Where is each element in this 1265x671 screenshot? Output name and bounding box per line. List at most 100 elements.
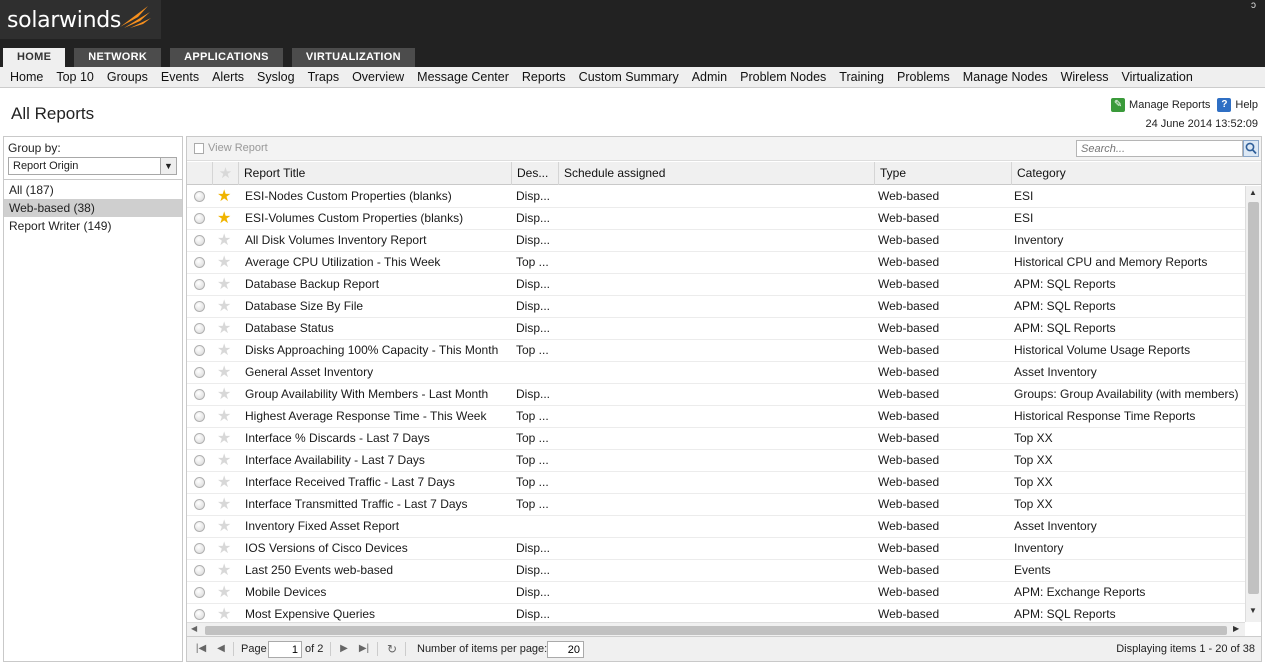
next-page-icon[interactable]: ▶ <box>338 643 350 655</box>
table-row[interactable]: ★ Mobile Devices Disp... Web-based APM: Exch… <box>187 582 1245 604</box>
favorite-star-icon[interactable]: ★ <box>217 407 231 426</box>
favorite-star-icon[interactable]: ★ <box>217 341 231 360</box>
table-row[interactable]: ★ Database Status Disp... Web-based APM: SQL… <box>187 318 1245 340</box>
menu-item-overview[interactable]: Overview <box>352 67 404 87</box>
favorite-star-icon[interactable]: ★ <box>217 275 231 294</box>
menu-item-message-center[interactable]: Message Center <box>417 67 509 87</box>
module-tab-applications[interactable]: APPLICATIONS <box>170 48 283 67</box>
menu-item-virtualization[interactable]: Virtualization <box>1122 67 1193 87</box>
scroll-up-icon[interactable]: ▲ <box>1249 188 1257 197</box>
search-input[interactable] <box>1076 140 1243 157</box>
row-select-radio[interactable] <box>194 389 205 400</box>
scroll-left-icon[interactable]: ◀ <box>191 624 197 633</box>
table-row[interactable]: ★ Interface % Discards - Last 7 Days Top .… <box>187 428 1245 450</box>
favorite-column-header[interactable]: ★ <box>213 162 239 185</box>
row-select-radio[interactable] <box>194 521 205 532</box>
row-select-radio[interactable] <box>194 279 205 290</box>
menu-item-alerts[interactable]: Alerts <box>212 67 244 87</box>
column-header-description[interactable]: Des... <box>512 162 559 185</box>
horizontal-scrollbar[interactable]: ◀ ▶ <box>187 622 1245 636</box>
favorite-star-icon[interactable]: ★ <box>217 209 231 228</box>
favorite-star-icon[interactable]: ★ <box>217 385 231 404</box>
group-item-all[interactable]: All (187) <box>4 181 182 199</box>
row-select-radio[interactable] <box>194 323 205 334</box>
table-row[interactable]: ★ Group Availability With Members - Last … <box>187 384 1245 406</box>
table-row[interactable]: ★ All Disk Volumes Inventory Report Disp..… <box>187 230 1245 252</box>
table-row[interactable]: ★ Database Size By File Disp... Web-based AP… <box>187 296 1245 318</box>
menu-item-syslog[interactable]: Syslog <box>257 67 295 87</box>
last-page-icon[interactable]: ▶| <box>358 643 370 655</box>
row-select-radio[interactable] <box>194 411 205 422</box>
favorite-star-icon[interactable]: ★ <box>217 363 231 382</box>
favorite-star-icon[interactable]: ★ <box>217 583 231 602</box>
first-page-icon[interactable]: |◀ <box>195 643 207 655</box>
solarwinds-logo[interactable]: solarwinds <box>0 0 161 39</box>
table-row[interactable]: ★ Most Expensive Queries Disp... Web-based A… <box>187 604 1245 622</box>
table-row[interactable]: ★ Interface Availability - Last 7 Days Top… <box>187 450 1245 472</box>
scroll-thumb[interactable] <box>205 626 1227 635</box>
favorite-star-icon[interactable]: ★ <box>217 473 231 492</box>
table-row[interactable]: ★ General Asset Inventory Web-based Asset I… <box>187 362 1245 384</box>
table-row[interactable]: ★ Interface Received Traffic - Last 7 Day… <box>187 472 1245 494</box>
favorite-star-icon[interactable]: ★ <box>217 231 231 250</box>
column-header-report-title[interactable]: Report Title <box>239 162 512 185</box>
menu-item-manage-nodes[interactable]: Manage Nodes <box>963 67 1048 87</box>
table-row[interactable]: ★ Interface Transmitted Traffic - Last 7 … <box>187 494 1245 516</box>
menu-item-events[interactable]: Events <box>161 67 199 87</box>
favorite-star-icon[interactable]: ★ <box>217 187 231 206</box>
per-page-input[interactable] <box>547 641 584 658</box>
menu-item-reports[interactable]: Reports <box>522 67 566 87</box>
favorite-star-icon[interactable]: ★ <box>217 451 231 470</box>
favorite-star-icon[interactable]: ★ <box>217 605 231 622</box>
row-select-radio[interactable] <box>194 565 205 576</box>
scroll-thumb[interactable] <box>1248 202 1259 594</box>
scroll-down-icon[interactable]: ▼ <box>1249 606 1257 615</box>
table-row[interactable]: ★ Highest Average Response Time - This We… <box>187 406 1245 428</box>
view-report-button[interactable]: View Report <box>194 142 268 154</box>
menu-item-problems[interactable]: Problems <box>897 67 950 87</box>
table-row[interactable]: ★ Disks Approaching 100% Capacity - This … <box>187 340 1245 362</box>
table-row[interactable]: ★ ESI-Nodes Custom Properties (blanks) Dis… <box>187 186 1245 208</box>
table-row[interactable]: ★ Database Backup Report Disp... Web-based A… <box>187 274 1245 296</box>
page-input[interactable] <box>268 641 302 658</box>
menu-item-custom-summary[interactable]: Custom Summary <box>579 67 679 87</box>
help-link[interactable]: ? Help <box>1217 98 1258 112</box>
table-row[interactable]: ★ IOS Versions of Cisco Devices Disp... Web… <box>187 538 1245 560</box>
favorite-star-icon[interactable]: ★ <box>217 429 231 448</box>
row-select-radio[interactable] <box>194 213 205 224</box>
favorite-star-icon[interactable]: ★ <box>217 297 231 316</box>
row-select-radio[interactable] <box>194 257 205 268</box>
column-header-type[interactable]: Type <box>875 162 1012 185</box>
row-select-radio[interactable] <box>194 345 205 356</box>
menu-item-groups[interactable]: Groups <box>107 67 148 87</box>
table-row[interactable]: ★ ESI-Volumes Custom Properties (blanks) D… <box>187 208 1245 230</box>
column-header-schedule[interactable]: Schedule assigned <box>559 162 875 185</box>
vertical-scrollbar[interactable]: ▲ ▼ <box>1245 186 1261 622</box>
group-by-select[interactable]: Report Origin ▼ <box>8 157 177 175</box>
row-select-radio[interactable] <box>194 477 205 488</box>
favorite-star-icon[interactable]: ★ <box>217 517 231 536</box>
group-item-web-based[interactable]: Web-based (38) <box>4 199 182 217</box>
row-select-radio[interactable] <box>194 301 205 312</box>
previous-page-icon[interactable]: ◀ <box>215 643 227 655</box>
table-row[interactable]: ★ Inventory Fixed Asset Report Web-based As… <box>187 516 1245 538</box>
row-select-radio[interactable] <box>194 455 205 466</box>
refresh-icon[interactable]: ↻ <box>386 643 398 655</box>
menu-item-training[interactable]: Training <box>839 67 884 87</box>
chevron-down-icon[interactable]: ▼ <box>160 158 176 174</box>
module-tab-virtualization[interactable]: VIRTUALIZATION <box>291 48 415 67</box>
module-tab-network[interactable]: NETWORK <box>74 48 162 67</box>
row-select-radio[interactable] <box>194 543 205 554</box>
search-button[interactable] <box>1243 140 1259 157</box>
row-select-radio[interactable] <box>194 499 205 510</box>
row-select-radio[interactable] <box>194 191 205 202</box>
row-select-radio[interactable] <box>194 587 205 598</box>
menu-item-problem-nodes[interactable]: Problem Nodes <box>740 67 826 87</box>
row-select-radio[interactable] <box>194 235 205 246</box>
favorite-star-icon[interactable]: ★ <box>217 561 231 580</box>
favorite-star-icon[interactable]: ★ <box>217 495 231 514</box>
column-header-category[interactable]: Category <box>1012 162 1261 185</box>
scroll-right-icon[interactable]: ▶ <box>1233 624 1239 633</box>
menu-item-home[interactable]: Home <box>10 67 43 87</box>
manage-reports-link[interactable]: ✎ Manage Reports <box>1111 98 1210 112</box>
